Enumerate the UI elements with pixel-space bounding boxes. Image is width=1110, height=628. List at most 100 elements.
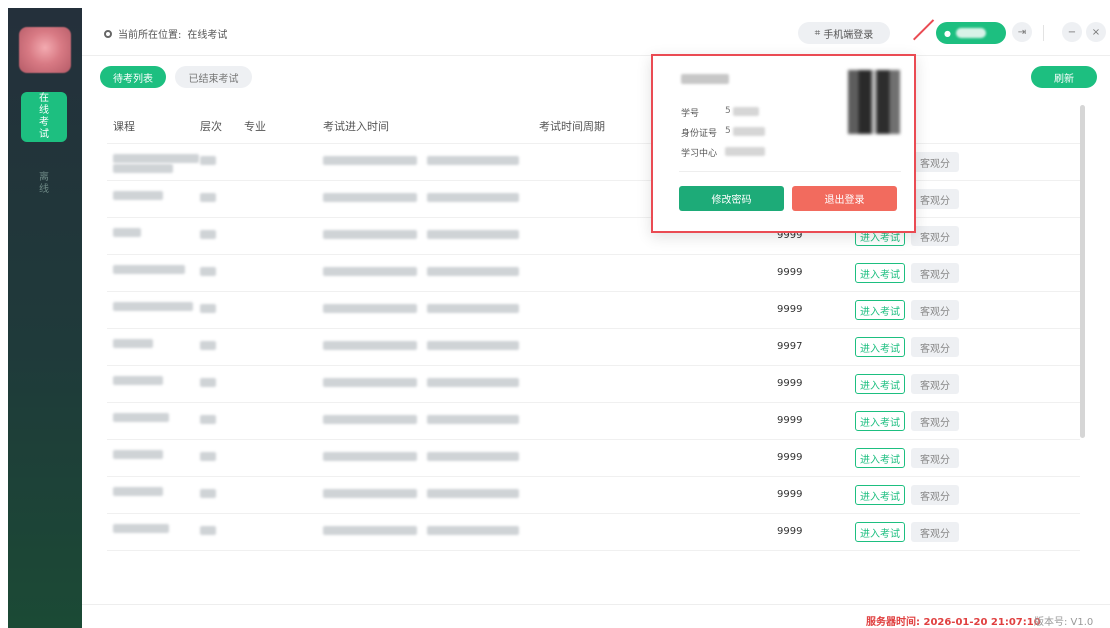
redacted-cell: [200, 230, 216, 239]
redacted-cell: [200, 304, 216, 313]
redacted-cell: [113, 524, 169, 533]
enter-exam-button[interactable]: 进入考试: [855, 337, 905, 357]
redacted-cell: [113, 302, 193, 311]
redacted-cell: [427, 415, 519, 424]
status-bar: 服务器时间: 2026-01-20 21:07:10 版本号: V1.0: [82, 604, 1110, 628]
objective-score-button[interactable]: 客观分: [911, 300, 959, 320]
app-window: 在线考试 离线 当前所在位置: 在线考试 ⌗ 手机端登录 ● ⇥ − × 待考列…: [0, 0, 1110, 628]
redacted-cell: [113, 265, 185, 274]
version-label: 版本号: V1.0: [1034, 617, 1094, 628]
exam-count: 9999: [777, 378, 803, 389]
enter-exam-button[interactable]: 进入考试: [855, 374, 905, 394]
objective-score-button[interactable]: 客观分: [911, 152, 959, 172]
table-row: 9999 进入考试 客观分: [107, 514, 1080, 551]
enter-exam-button[interactable]: 进入考试: [855, 411, 905, 431]
sidebar-item-label: 在线考试: [39, 93, 49, 140]
user-photo: [848, 70, 900, 134]
redacted-cell: [427, 526, 519, 535]
redacted-cell: [427, 156, 519, 165]
redacted-cell: [113, 487, 163, 496]
server-time: 服务器时间: 2026-01-20 21:07:10: [866, 617, 1041, 628]
logout-button[interactable]: 退出登录: [792, 186, 897, 211]
table-row: 9999 进入考试 客观分: [107, 366, 1080, 403]
mobile-login-label: 手机端登录: [823, 29, 874, 41]
exam-count: 9999: [777, 267, 803, 278]
user-menu-button[interactable]: ●: [936, 22, 1006, 44]
location-icon: [104, 29, 112, 38]
scrollbar[interactable]: [1080, 105, 1085, 438]
redacted-cell: [323, 489, 417, 498]
divider: [1043, 25, 1044, 41]
redacted-cell: [323, 341, 417, 350]
redacted-cell: [200, 193, 216, 202]
objective-score-button[interactable]: 客观分: [911, 226, 959, 246]
objective-score-button[interactable]: 客观分: [911, 189, 959, 209]
redacted-cell: [113, 228, 141, 237]
objective-score-button[interactable]: 客观分: [911, 485, 959, 505]
breadcrumb-prefix: 当前所在位置:: [118, 30, 182, 41]
redacted-cell: [113, 154, 199, 163]
learning-center-label: 学习中心: [681, 149, 718, 159]
top-bar: 当前所在位置: 在线考试 ⌗ 手机端登录 ● ⇥ − ×: [82, 8, 1110, 56]
change-password-button[interactable]: 修改密码: [679, 186, 784, 211]
enter-exam-button[interactable]: 进入考试: [855, 448, 905, 468]
exam-count: 9999: [777, 489, 803, 500]
redacted-cell: [427, 489, 519, 498]
redacted-cell: [200, 156, 216, 165]
username-redacted: [955, 28, 986, 38]
sidebar: 在线考试 离线: [8, 8, 82, 628]
sidebar-item-label: 离线: [39, 172, 49, 195]
column-header: 考试进入时间: [323, 120, 389, 133]
redacted-cell: [200, 526, 216, 535]
redacted-cell: [427, 341, 519, 350]
refresh-button[interactable]: 刷新: [1031, 66, 1097, 88]
breadcrumb-current: 在线考试: [187, 30, 228, 41]
redacted-cell: [323, 193, 417, 202]
sidebar-item-online-exam[interactable]: 在线考试: [21, 92, 67, 142]
redacted-cell: [323, 378, 417, 387]
objective-score-button[interactable]: 客观分: [911, 337, 959, 357]
mobile-login-button[interactable]: ⌗ 手机端登录: [798, 22, 890, 44]
objective-score-button[interactable]: 客观分: [911, 374, 959, 394]
redacted-cell: [113, 164, 173, 173]
redacted-cell: [113, 191, 163, 200]
redacted-cell: [200, 267, 216, 276]
objective-score-button[interactable]: 客观分: [911, 411, 959, 431]
student-id-label: 学号: [681, 109, 700, 119]
redacted-cell: [323, 526, 417, 535]
objective-score-button[interactable]: 客观分: [911, 448, 959, 468]
redacted-cell: [113, 450, 163, 459]
enter-exam-button[interactable]: 进入考试: [855, 300, 905, 320]
sidebar-item-offline[interactable]: 离线: [21, 164, 67, 204]
table-row: 进入考试客观分: [107, 144, 1080, 181]
redacted-cell: [323, 230, 417, 239]
table-row: 9999 进入考试 客观分: [107, 403, 1080, 440]
tab-finished-exams[interactable]: 已结束考试: [175, 66, 252, 88]
objective-score-button[interactable]: 客观分: [911, 522, 959, 542]
user-icon: ●: [944, 28, 951, 38]
redacted-cell: [200, 415, 216, 424]
exam-count: 9999: [777, 452, 803, 463]
exam-table: 课程 层次 专业 考试进入时间 考试时间周期 进入考试客观分进入考试客观分999…: [107, 104, 1080, 551]
id-card-label: 身份证号: [681, 129, 718, 139]
redacted-cell: [427, 193, 519, 202]
enter-exam-button[interactable]: 进入考试: [855, 485, 905, 505]
id-card-redacted: [733, 127, 765, 136]
redacted-cell: [427, 267, 519, 276]
close-icon[interactable]: ×: [1086, 22, 1106, 42]
minimize-icon[interactable]: −: [1062, 22, 1082, 42]
redacted-cell: [200, 378, 216, 387]
objective-score-button[interactable]: 客观分: [911, 263, 959, 283]
user-info-popover: 学号 5 身份证号 5 学习中心 修改密码 退出登录: [651, 54, 916, 233]
redacted-cell: [323, 415, 417, 424]
table-row: 9999 进入考试 客观分: [107, 440, 1080, 477]
redacted-cell: [323, 452, 417, 461]
column-header: 专业: [244, 120, 266, 133]
tab-pending-exams[interactable]: 待考列表: [100, 66, 166, 88]
column-header: 层次: [200, 120, 222, 133]
exit-icon[interactable]: ⇥: [1012, 22, 1032, 42]
enter-exam-button[interactable]: 进入考试: [855, 522, 905, 542]
enter-exam-button[interactable]: 进入考试: [855, 263, 905, 283]
column-header: 考试时间周期: [539, 120, 605, 133]
exam-count: 9997: [777, 341, 803, 352]
